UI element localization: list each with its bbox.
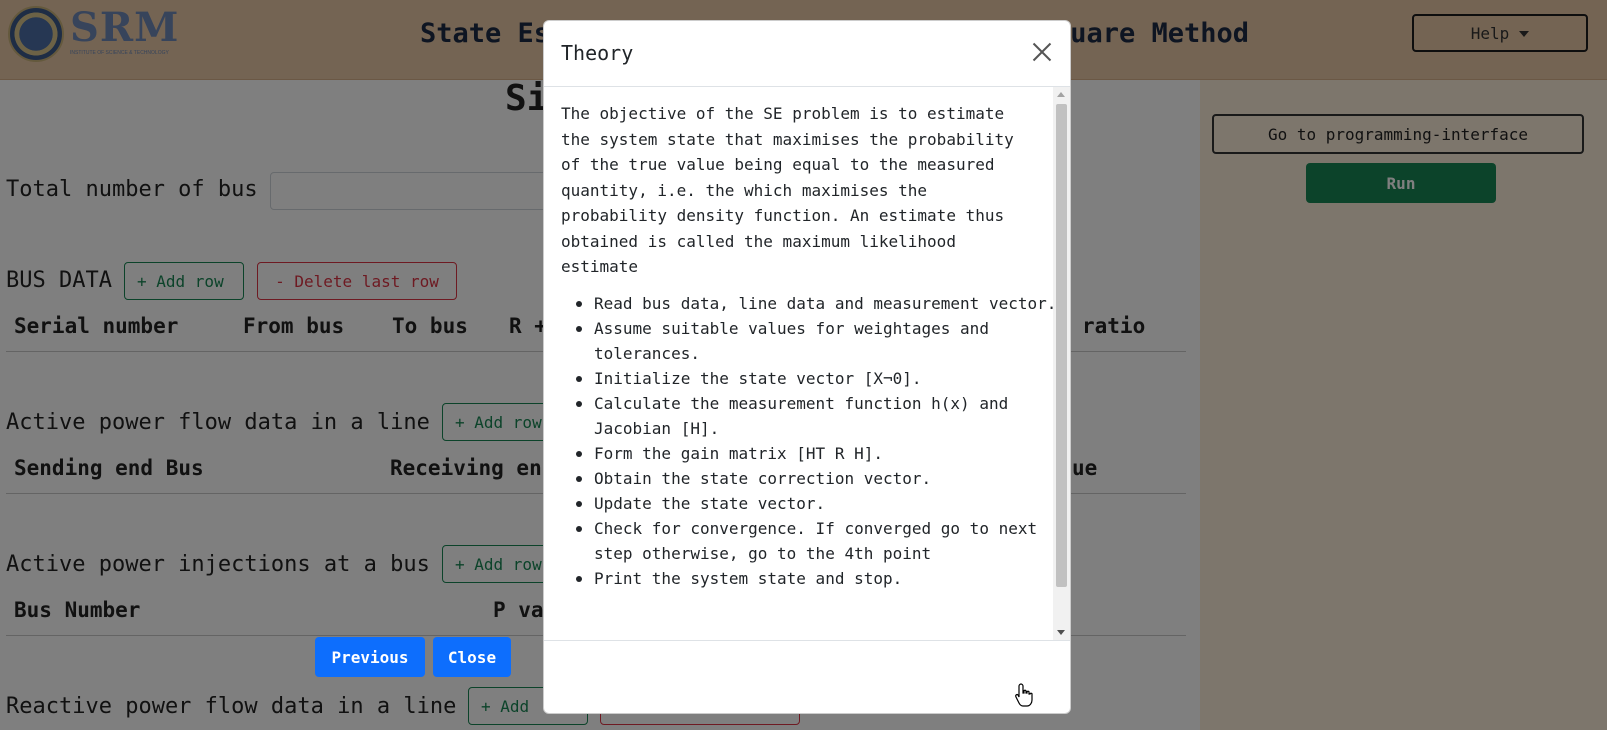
list-item: Form the gain matrix [HT R H].	[576, 441, 1064, 466]
list-item: Read bus data, line data and measurement…	[576, 291, 1064, 316]
list-item: Initialize the state vector [X¬0].	[576, 366, 1064, 391]
modal-scrollbar[interactable]	[1053, 87, 1070, 640]
theory-modal: Theory The objective of the SE problem i…	[543, 20, 1071, 714]
previous-button[interactable]: Previous	[315, 637, 425, 677]
modal-title: Theory	[561, 41, 634, 65]
modal-body[interactable]: The objective of the SE problem is to es…	[544, 87, 1070, 641]
theory-intro: The objective of the SE problem is to es…	[561, 104, 1014, 276]
modal-header: Theory	[544, 21, 1070, 87]
close-icon[interactable]	[1029, 39, 1055, 65]
scrollbar-thumb[interactable]	[1056, 104, 1067, 587]
scroll-down-arrow-icon[interactable]	[1057, 630, 1065, 635]
list-item: Check for convergence. If converged go t…	[576, 516, 1064, 566]
list-item: Update the state vector.	[576, 491, 1064, 516]
list-item: Print the system state and stop.	[576, 566, 1064, 591]
hand-pointer-icon	[1015, 683, 1033, 707]
scroll-up-arrow-icon[interactable]	[1057, 92, 1065, 97]
list-item: Calculate the measurement function h(x) …	[576, 391, 1064, 441]
list-item: Assume suitable values for weightages an…	[576, 316, 1064, 366]
close-button[interactable]: Close	[433, 637, 511, 677]
theory-steps: Read bus data, line data and measurement…	[561, 291, 1064, 591]
list-item: Obtain the state correction vector.	[576, 466, 1064, 491]
